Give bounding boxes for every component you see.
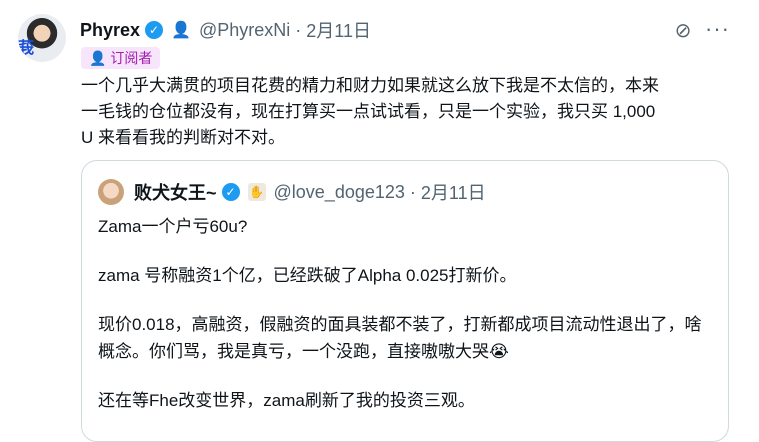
- quoted-separator-dot: ·: [409, 181, 416, 202]
- subscriber-badge-icon: 👤: [89, 50, 107, 66]
- author-avatar[interactable]: 莪: [18, 14, 66, 62]
- separator-dot: ·: [295, 19, 302, 40]
- tweet-text-line: U 来看看我的判断对不对。: [81, 128, 285, 147]
- affiliate-badge-icon: ✋: [247, 183, 266, 201]
- avatar-image: 莪: [18, 40, 35, 57]
- tweet-text-line: 一个几乎大满贯的项目花费的精力和财力如果就这么放下我是不太信的，本来: [81, 76, 659, 95]
- tweet-text: 一个几乎大满贯的项目花费的精力和财力如果就这么放下我是不太信的，本来 一毛钱的仓…: [81, 73, 741, 151]
- tweet-header: Phyrex ✓ 👤 @PhyrexNi · 2月11日: [80, 18, 371, 42]
- quoted-tweet-header: 败犬女王~ ✓ ✋ @love_doge123 · 2月11日: [134, 179, 486, 205]
- quoted-paragraph: Zama一个户亏60u?: [98, 217, 248, 236]
- quoted-author-name[interactable]: 败犬女王~: [134, 179, 217, 205]
- quoted-paragraph: 现价0.018，高融资，假融资的面具装都不装了，打新都成项目流动性退出了，啥概念…: [98, 315, 702, 361]
- quoted-paragraph: 还在等Fhe改变世界，zama刷新了我的投资三观。: [98, 391, 475, 410]
- tweet-date[interactable]: 2月11日: [306, 17, 371, 43]
- subscriber-icon: 👤: [171, 22, 191, 39]
- quoted-tweet-date[interactable]: 2月11日: [421, 179, 486, 205]
- subscriber-badge: 👤 订阅者: [81, 47, 161, 69]
- quoted-tweet-card[interactable]: 败犬女王~ ✓ ✋ @love_doge123 · 2月11日 Zama一个户亏…: [81, 160, 729, 442]
- more-options-button[interactable]: ···: [705, 16, 730, 42]
- quoted-verified-badge-icon[interactable]: ✓: [221, 183, 240, 201]
- tweet-text-line: 一毛钱的仓位都没有，现在打算买一点试试看，只是一个实验，我只买 1,000: [81, 102, 656, 121]
- verified-badge-icon[interactable]: ✓: [145, 21, 164, 39]
- quoted-author-handle[interactable]: @love_doge123: [274, 182, 405, 203]
- quoted-paragraph: zama 号称融资1个亿，已经跌破了Alpha 0.025打新价。: [98, 266, 517, 285]
- author-handle[interactable]: @PhyrexNi: [199, 20, 290, 41]
- author-name[interactable]: Phyrex: [80, 20, 140, 41]
- quoted-author-avatar[interactable]: [98, 179, 124, 205]
- subscriber-badge-label: 订阅者: [110, 50, 153, 66]
- quoted-tweet-text: Zama一个户亏60u? zama 号称融资1个亿，已经跌破了Alpha 0.0…: [98, 213, 718, 436]
- grok-icon[interactable]: ⊘: [672, 20, 694, 42]
